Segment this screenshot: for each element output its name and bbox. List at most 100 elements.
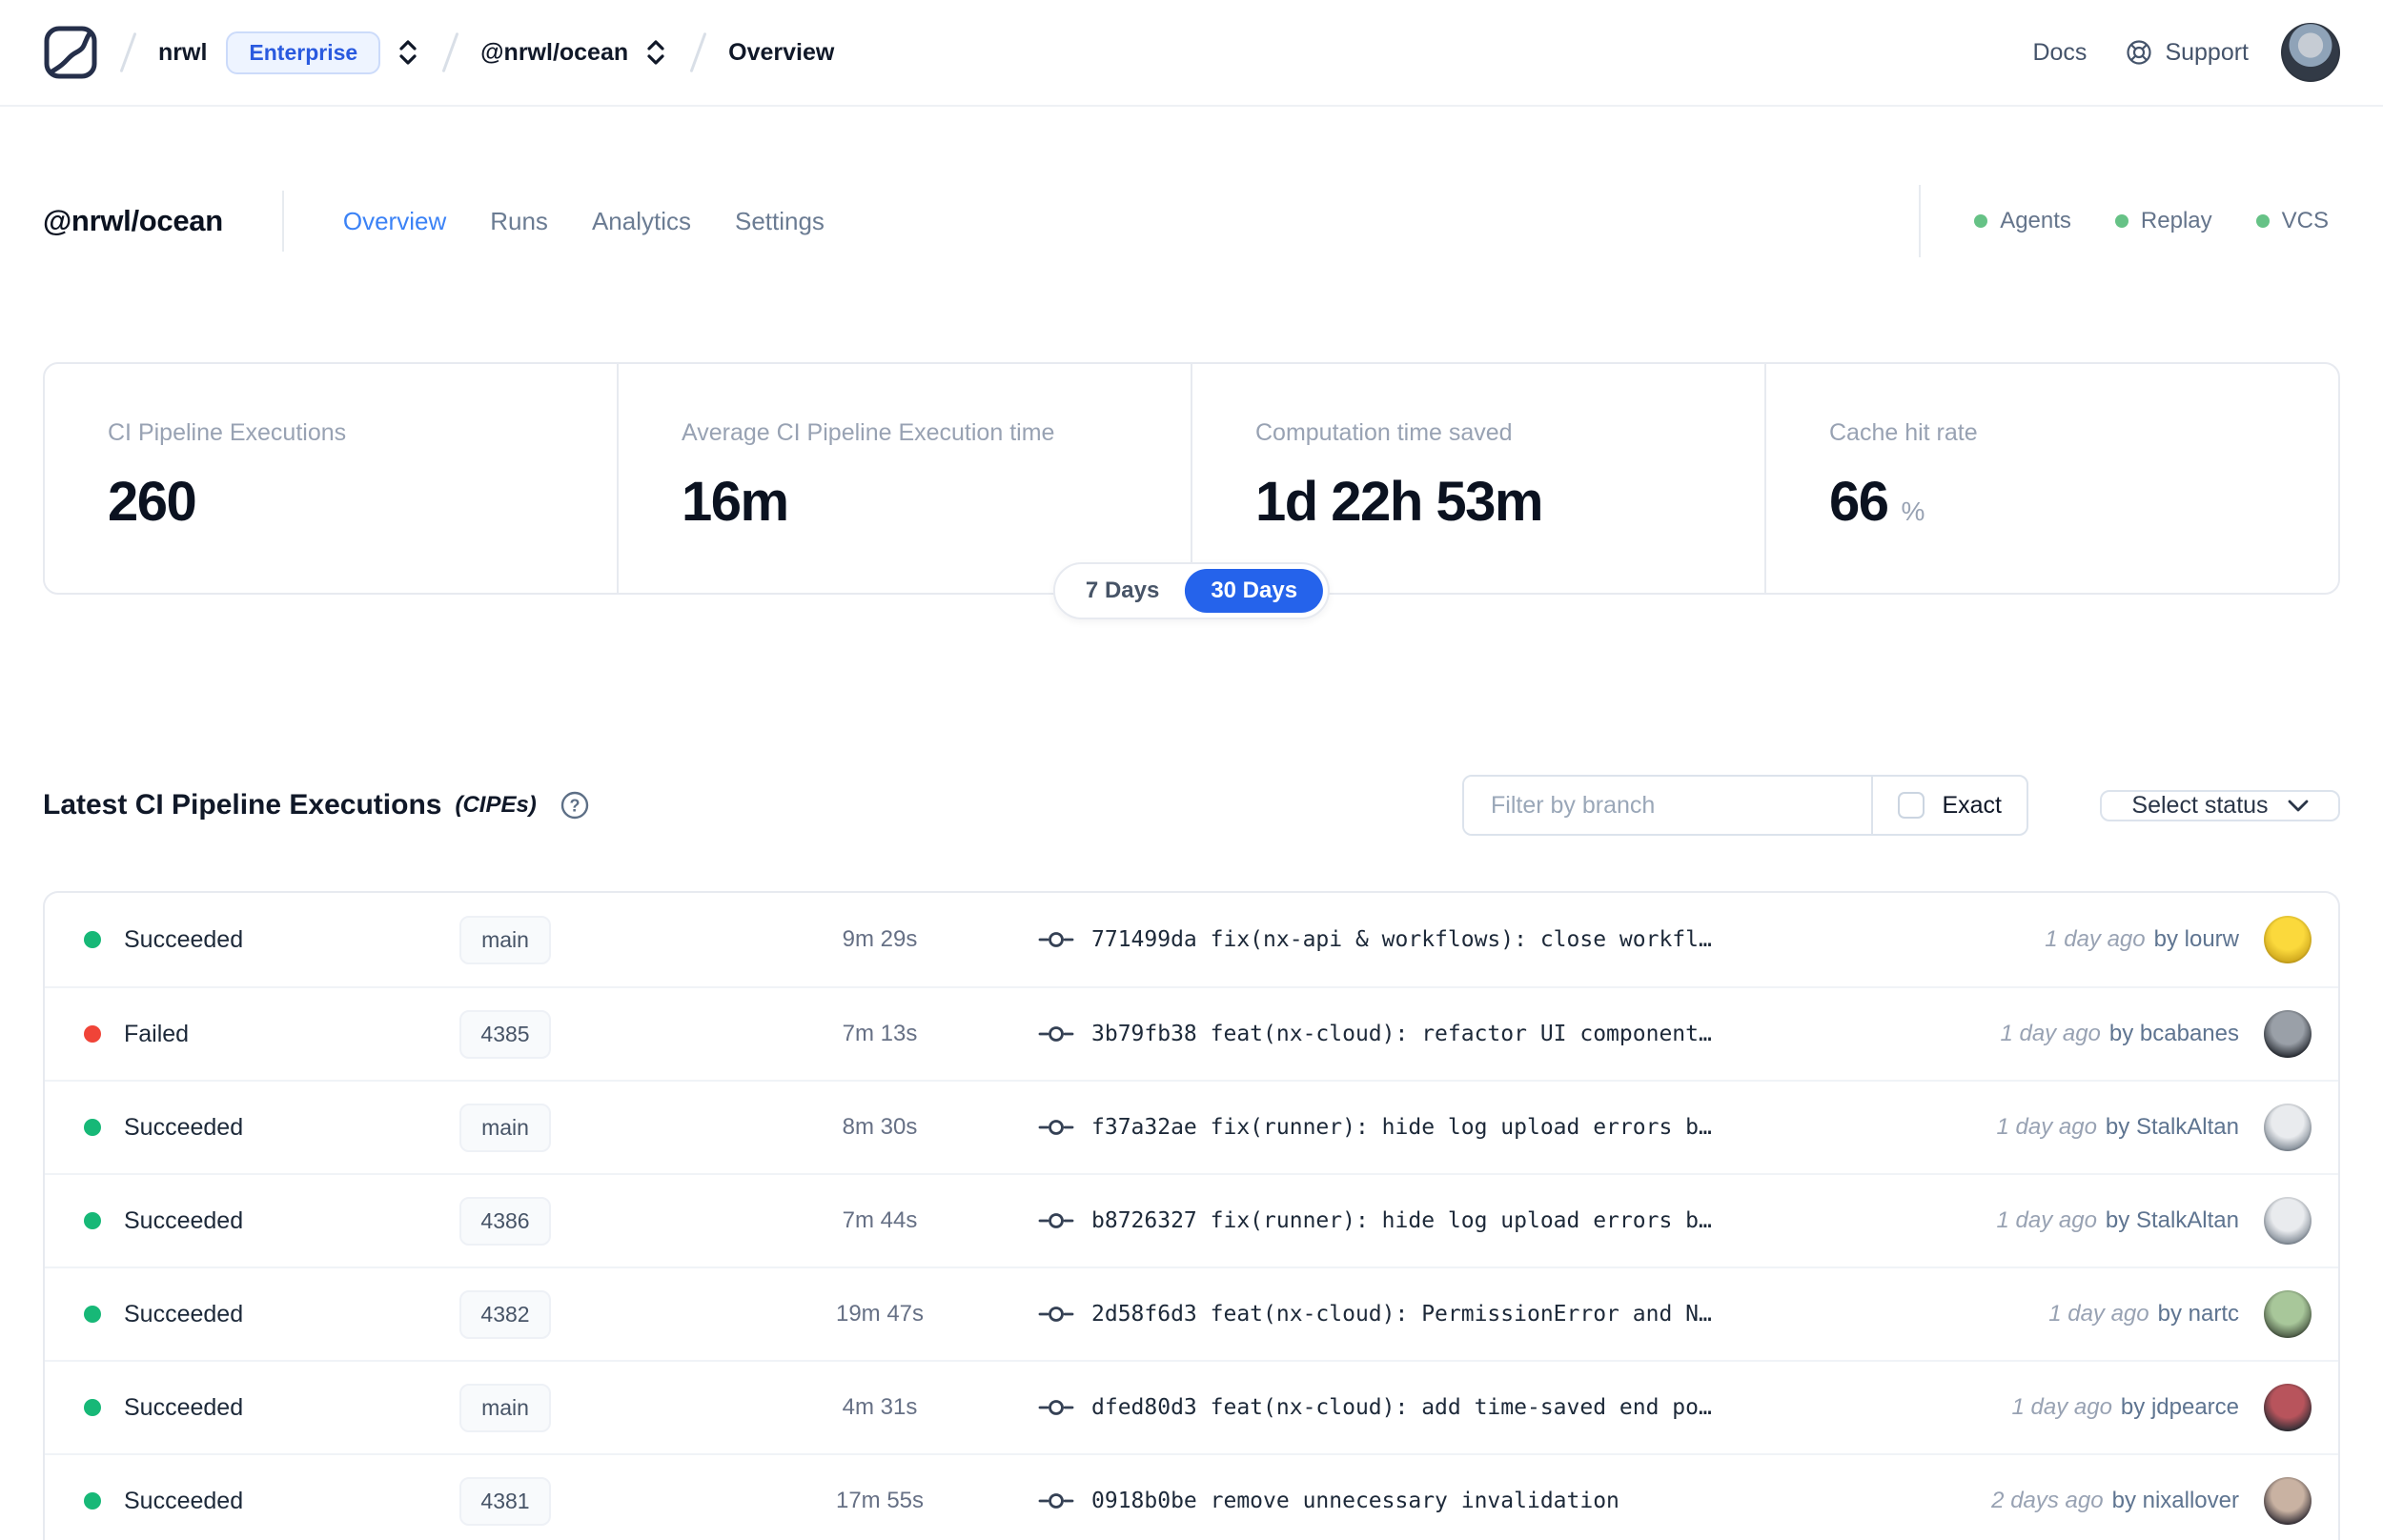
stat-value: 1d 22h 53m: [1255, 471, 1543, 533]
author-avatar: [2264, 1290, 2312, 1338]
commit-hash: 771499da: [1091, 927, 1197, 952]
exact-checkbox[interactable]: [1898, 792, 1925, 819]
workspace-bar: @nrwl/ocean Overview Runs Analytics Setting…: [43, 183, 2340, 259]
status-dot: [2255, 214, 2270, 228]
tab-analytics[interactable]: Analytics: [592, 207, 691, 236]
git-commit-icon: [1038, 1209, 1074, 1232]
workspace-switcher-icon[interactable]: [643, 37, 668, 68]
branch-badge: main: [459, 1383, 551, 1432]
commit-author: by lourw: [2153, 926, 2239, 952]
duration: 4m 31s: [842, 1394, 918, 1420]
cipe-row[interactable]: Failed 4385 7m 13s 3b79fb38 feat(nx-clou…: [45, 986, 2338, 1080]
divider: [1919, 185, 1922, 257]
commit-author: by StalkAltan: [2105, 1207, 2239, 1233]
tab-runs[interactable]: Runs: [490, 207, 548, 236]
range-option-7-days[interactable]: 7 Days: [1060, 569, 1185, 613]
integration-chip-agents[interactable]: Agents: [1974, 208, 2071, 234]
duration: 17m 55s: [835, 1488, 925, 1513]
status-dot: [2114, 214, 2128, 228]
branch-filter-input[interactable]: [1464, 777, 1872, 834]
stat-unit: %: [1901, 496, 1925, 526]
stat-value: 260: [108, 471, 197, 533]
commit-time: 2 days ago: [1991, 1488, 2104, 1513]
user-avatar[interactable]: [2281, 23, 2340, 82]
breadcrumb-org[interactable]: nrwl: [158, 39, 207, 67]
branch-badge: 4386: [459, 1196, 551, 1246]
branch-badge: 4385: [459, 1009, 551, 1059]
commit-message[interactable]: 0918b0be remove unnecessary invalidation: [1091, 1489, 1619, 1513]
cipe-row[interactable]: Succeeded 4381 17m 55s 0918b0be remove u…: [45, 1453, 2338, 1540]
stat-label: Average CI Pipeline Execution time: [682, 419, 1055, 446]
commit-hash: 2d58f6d3: [1091, 1302, 1197, 1327]
commit-author: by jdpearce: [2120, 1394, 2239, 1420]
integration-chip-vcs[interactable]: VCS: [2255, 208, 2329, 234]
commit-time: 1 day ago: [2011, 1394, 2112, 1420]
status-select-dropdown[interactable]: Select status: [2100, 789, 2340, 821]
commit-message[interactable]: f37a32ae fix(runner): hide log upload er…: [1091, 1115, 1712, 1140]
help-icon[interactable]: ?: [560, 790, 590, 821]
author-avatar: [2264, 1104, 2312, 1151]
stat-label: Cache hit rate: [1829, 419, 1978, 446]
duration: 19m 47s: [835, 1301, 925, 1327]
git-commit-icon: [1038, 1116, 1074, 1139]
status-dot: [1974, 214, 1988, 228]
workspace-title: @nrwl/ocean: [43, 204, 223, 237]
author-avatar: [2264, 1197, 2312, 1245]
integration-chip-replay[interactable]: Replay: [2114, 208, 2212, 234]
cipe-row[interactable]: Succeeded 4386 7m 44s b8726327 fix(runne…: [45, 1173, 2338, 1266]
lifebuoy-icon: [2127, 40, 2152, 65]
workspace-tabs: Overview Runs Analytics Settings: [343, 207, 825, 236]
commit-meta: 1 day ago by StalkAltan: [1997, 1114, 2240, 1141]
executions-title: Latest CI Pipeline Executions: [43, 789, 442, 821]
cipe-row[interactable]: Succeeded main 9m 29s 771499da fix(nx-ap…: [45, 893, 2338, 986]
org-switcher-icon[interactable]: [396, 37, 420, 68]
status-label: Succeeded: [124, 1113, 244, 1141]
commit-message[interactable]: 3b79fb38 feat(nx-cloud): refactor UI com…: [1091, 1022, 1712, 1046]
branch-badge: 4381: [459, 1476, 551, 1526]
commit-meta: 1 day ago by bcabanes: [2000, 1021, 2239, 1047]
commit-meta: 1 day ago by lourw: [2045, 926, 2239, 953]
stat-value: 66 %: [1829, 471, 1925, 533]
commit-time: 1 day ago: [2000, 1021, 2101, 1046]
commit-message[interactable]: 771499da fix(nx-api & workflows): close …: [1091, 927, 1712, 952]
author-avatar: [2264, 916, 2312, 963]
commit-time: 1 day ago: [2045, 926, 2146, 952]
duration: 8m 30s: [842, 1114, 918, 1140]
breadcrumb-separator: [119, 31, 137, 73]
commit-message[interactable]: dfed80d3 feat(nx-cloud): add time-saved …: [1091, 1395, 1712, 1420]
range-option-30-days[interactable]: 30 Days: [1185, 569, 1324, 613]
stat-label: Computation time saved: [1255, 419, 1513, 446]
breadcrumb-workspace[interactable]: @nrwl/ocean: [480, 39, 628, 67]
status-label: Succeeded: [124, 925, 244, 953]
branch-filter-group: Exact: [1462, 775, 2028, 836]
top-header: nrwl Enterprise @nrwl/ocean Overview Doc…: [0, 0, 2383, 107]
git-commit-icon: [1038, 1396, 1074, 1419]
commit-message[interactable]: 2d58f6d3 feat(nx-cloud): PermissionError…: [1091, 1302, 1712, 1327]
commit-meta: 1 day ago by nartc: [2048, 1301, 2239, 1327]
executions-header: Latest CI Pipeline Executions (CIPEs) ? …: [43, 775, 2340, 836]
cipe-row[interactable]: Succeeded 4382 19m 47s 2d58f6d3 feat(nx-…: [45, 1266, 2338, 1360]
support-link[interactable]: Support: [2125, 38, 2249, 67]
commit-author: by StalkAltan: [2105, 1114, 2239, 1140]
breadcrumb-page: Overview: [728, 38, 835, 66]
commit-hash: 3b79fb38: [1091, 1022, 1197, 1046]
stat-card: Cache hit rate 66 %: [1764, 364, 2338, 593]
enterprise-badge: Enterprise: [226, 30, 381, 74]
nx-cloud-logo-icon[interactable]: [43, 25, 98, 80]
breadcrumb-separator: [441, 31, 459, 73]
commit-author: by nixallover: [2111, 1488, 2239, 1513]
docs-link[interactable]: Docs: [2032, 39, 2087, 67]
commit-time: 1 day ago: [2048, 1301, 2149, 1327]
cipe-table: Succeeded main 9m 29s 771499da fix(nx-ap…: [43, 891, 2340, 1540]
status-dot: [84, 1025, 101, 1043]
commit-meta: 1 day ago by jdpearce: [2012, 1394, 2240, 1421]
tab-settings[interactable]: Settings: [735, 207, 825, 236]
tab-overview[interactable]: Overview: [343, 207, 446, 236]
cipe-row[interactable]: Succeeded main 8m 30s f37a32ae fix(runne…: [45, 1080, 2338, 1173]
commit-message[interactable]: b8726327 fix(runner): hide log upload er…: [1091, 1208, 1712, 1233]
git-commit-icon: [1038, 1489, 1074, 1512]
status-dot: [84, 1492, 101, 1510]
status-dot: [84, 1306, 101, 1323]
cipe-row[interactable]: Succeeded main 4m 31s dfed80d3 feat(nx-c…: [45, 1360, 2338, 1453]
exact-filter: Exact: [1871, 777, 2027, 834]
